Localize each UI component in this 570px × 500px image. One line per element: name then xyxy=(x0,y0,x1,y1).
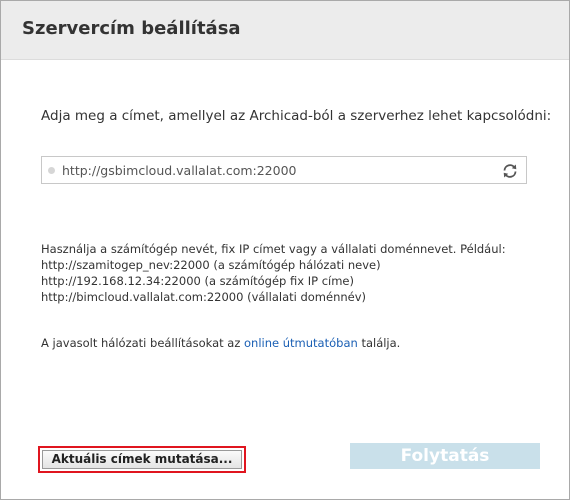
hint-line: http://bimcloud.vallalat.com:22000 (váll… xyxy=(41,290,367,304)
show-current-addresses-label: Aktuális címek mutatása... xyxy=(42,450,242,469)
title-bar: Szervercím beállítása xyxy=(1,1,569,60)
hint-line: http://192.168.12.34:22000 (a számítógép… xyxy=(41,274,354,288)
online-guide-link[interactable]: online útmutatóban xyxy=(244,336,358,350)
show-current-addresses-button[interactable]: Aktuális címek mutatása... xyxy=(38,446,246,473)
hint-line: Használja a számítógép nevét, fix IP cím… xyxy=(41,242,506,256)
server-address-dialog: Szervercím beállítása Adja meg a címet, … xyxy=(0,0,570,500)
guide-prefix: A javasolt hálózati beállításokat az xyxy=(41,336,241,350)
address-prompt: Adja meg a címet, amellyel az Archicad-b… xyxy=(41,108,552,124)
address-examples: Használja a számítógép nevét, fix IP cím… xyxy=(41,241,506,305)
status-dot-icon xyxy=(48,167,55,174)
address-field[interactable] xyxy=(41,156,527,184)
continue-button[interactable]: Folytatás xyxy=(350,443,540,469)
hint-line: http://szamitogep_nev:22000 (a számítógé… xyxy=(41,258,381,272)
refresh-icon[interactable] xyxy=(500,161,520,181)
address-input[interactable] xyxy=(62,160,482,180)
dialog-title: Szervercím beállítása xyxy=(22,18,241,39)
guide-suffix: találja. xyxy=(361,336,401,350)
guide-text: A javasolt hálózati beállításokat az onl… xyxy=(41,336,400,350)
